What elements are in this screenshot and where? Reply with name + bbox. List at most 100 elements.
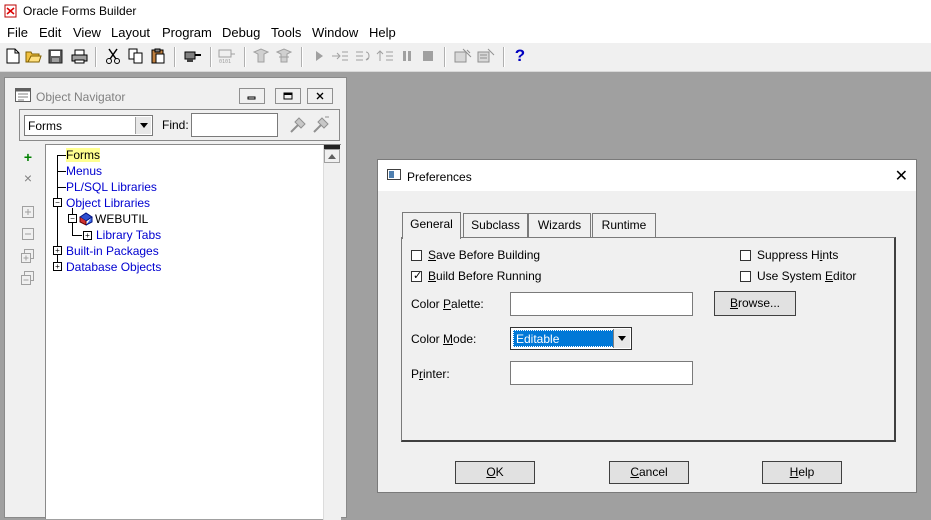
search-forward-icon[interactable] [289, 116, 307, 137]
save-disk-icon[interactable] [46, 47, 64, 65]
preferences-titlebar: Preferences ✕ [378, 160, 916, 191]
ok-button[interactable]: OK [455, 461, 535, 484]
expand-node-icon[interactable]: + [53, 262, 62, 271]
color-mode-select[interactable]: Editable [510, 327, 632, 350]
object-navigator-title: Object Navigator [36, 90, 126, 104]
toolbar-separator [210, 47, 212, 67]
data-block-wizard-icon [477, 47, 495, 65]
search-backward-icon[interactable] [312, 116, 330, 137]
expand-node-icon[interactable]: + [53, 246, 62, 255]
toolbar-separator [244, 47, 246, 67]
new-icon[interactable] [4, 47, 22, 65]
save-before-building-label[interactable]: Save Before Building [428, 248, 540, 262]
print-icon[interactable] [70, 47, 88, 65]
app-titlebar: Oracle Forms Builder [0, 0, 931, 23]
tree-guide-line [57, 155, 66, 156]
find-input[interactable] [191, 113, 278, 137]
scroll-up-arrow-icon[interactable] [324, 149, 340, 163]
help-question-icon[interactable]: ? [511, 46, 529, 65]
menu-view[interactable]: View [73, 25, 101, 40]
menu-edit[interactable]: Edit [39, 25, 61, 40]
tab-subclass[interactable]: Subclass [463, 213, 528, 237]
menu-layout[interactable]: Layout [111, 25, 150, 40]
paste-clipboard-icon[interactable] [149, 47, 167, 65]
menu-program[interactable]: Program [162, 25, 212, 40]
copy-icon[interactable] [127, 47, 145, 65]
toolbar-separator [503, 47, 505, 67]
tab-runtime[interactable]: Runtime [592, 213, 656, 237]
tree-item-forms[interactable]: Forms [66, 148, 100, 162]
delete-x-icon[interactable]: × [21, 170, 35, 186]
build-before-running-label[interactable]: Build Before Running [428, 269, 541, 283]
menu-help[interactable]: Help [369, 25, 396, 40]
suppress-hints-label[interactable]: Suppress Hints [757, 248, 838, 262]
printer-input[interactable] [510, 361, 693, 385]
save-before-building-checkbox[interactable] [411, 250, 422, 261]
tree-item-library-tabs[interactable]: Library Tabs [96, 228, 161, 242]
tree-vertical-scrollbar[interactable] [323, 145, 341, 520]
tree-item-database-objects[interactable]: Database Objects [66, 260, 161, 274]
suppress-hints-checkbox[interactable] [740, 250, 751, 261]
menu-debug[interactable]: Debug [222, 25, 260, 40]
tree-item-webutil[interactable]: WEBUTIL [95, 212, 148, 226]
collapse-node-icon[interactable]: − [53, 198, 62, 207]
toolbar-separator [95, 47, 97, 67]
step-into-icon [331, 47, 349, 65]
pause-icon [398, 47, 416, 65]
tab-general[interactable]: General [402, 212, 461, 239]
close-window-button[interactable] [307, 88, 333, 104]
menu-file[interactable]: File [7, 25, 28, 40]
use-system-editor-label[interactable]: Use System Editor [757, 269, 856, 283]
toolbar-separator [301, 47, 303, 67]
object-library-icon [79, 212, 93, 229]
maximize-button[interactable] [275, 88, 301, 104]
tree-item-builtin-packages[interactable]: Built-in Packages [66, 244, 159, 258]
chevron-down-icon[interactable] [613, 329, 630, 348]
tree-guide-line [72, 235, 82, 236]
cut-scissors-icon[interactable] [104, 47, 122, 65]
compile-icon: 0101 [218, 47, 236, 65]
toolbar-separator [174, 47, 176, 67]
browse-button[interactable]: Browse... [714, 291, 796, 316]
step-out-icon [376, 47, 394, 65]
object-type-combobox[interactable]: Forms [24, 115, 153, 136]
navigator-toolbar: Forms Find: [19, 109, 340, 141]
collapse-icon[interactable] [21, 227, 35, 241]
collapse-all-icon[interactable] [21, 271, 35, 285]
color-mode-label: Color Mode: [411, 332, 477, 346]
object-navigator-icon [15, 88, 31, 102]
help-button[interactable]: Help [762, 461, 842, 484]
collapse-node-icon[interactable]: − [68, 214, 77, 223]
app-title: Oracle Forms Builder [23, 4, 137, 18]
color-palette-label: Color Palette: [411, 297, 484, 311]
tree-guide-line [57, 187, 66, 188]
expand-icon[interactable] [21, 205, 35, 219]
open-folder-icon[interactable] [24, 47, 42, 65]
tree-item-object-libraries[interactable]: Object Libraries [66, 196, 150, 210]
minimize-button[interactable] [239, 88, 265, 104]
tree-item-plsql-libraries[interactable]: PL/SQL Libraries [66, 180, 157, 194]
color-palette-input[interactable] [510, 292, 693, 316]
toolbar-separator [444, 47, 446, 67]
use-system-editor-checkbox[interactable] [740, 271, 751, 282]
preferences-dialog: Preferences ✕ General Subclass Wizards R… [377, 159, 917, 493]
tab-wizards[interactable]: Wizards [528, 213, 591, 237]
expand-node-icon[interactable]: + [83, 231, 92, 240]
layout-wizard-icon [454, 47, 472, 65]
connect-icon[interactable] [184, 47, 202, 65]
create-plus-icon[interactable]: + [21, 149, 35, 165]
stop-icon [419, 47, 437, 65]
find-label: Find: [162, 118, 189, 132]
menu-tools[interactable]: Tools [271, 25, 301, 40]
step-over-icon [354, 47, 372, 65]
chevron-down-icon[interactable] [135, 117, 151, 134]
oracle-forms-app-icon [4, 4, 17, 18]
close-icon[interactable]: ✕ [895, 166, 908, 186]
expand-all-icon[interactable] [21, 249, 35, 263]
build-before-running-checkbox[interactable]: ✓ [411, 270, 422, 282]
navigator-side-toolbar: + × [13, 144, 45, 290]
menu-window[interactable]: Window [312, 25, 358, 40]
printer-label: Printer: [411, 367, 450, 381]
tree-item-menus[interactable]: Menus [66, 164, 102, 178]
cancel-button[interactable]: Cancel [609, 461, 689, 484]
